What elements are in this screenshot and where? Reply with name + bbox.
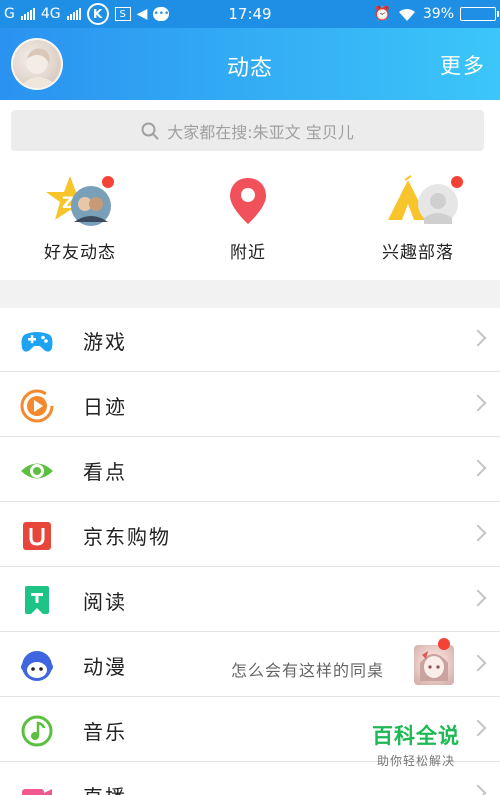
anime-face-icon (21, 651, 53, 681)
music-note-icon (21, 715, 53, 747)
signal-icon (20, 8, 35, 20)
battery-percent: 39% (422, 6, 454, 22)
bookmark-icon (25, 586, 49, 614)
list-item-subtitle: 怎么会有这样的同桌 (230, 661, 384, 680)
volume-icon: ◀ (136, 6, 148, 22)
quick-entries: Z 好友动态 附近 兴趣部落 (0, 160, 500, 280)
badge-dot (102, 176, 114, 188)
list-item-jd-shopping[interactable]: 京东购物 (0, 503, 500, 567)
carrier-label-1: G (4, 6, 15, 22)
search-section: 大家都在搜:朱亚文 宝贝儿 (0, 100, 500, 160)
battery-icon (460, 7, 499, 21)
list-item-game[interactable]: 游戏 (0, 308, 500, 372)
list-item-anime[interactable]: 动漫 怎么会有这样的同桌 (0, 633, 500, 697)
search-input[interactable]: 大家都在搜:朱亚文 宝贝儿 (11, 110, 484, 151)
list-item-label: 音乐 (83, 720, 127, 744)
list-item-label: 直播 (83, 781, 127, 795)
quick-nearby[interactable]: 附近 (178, 174, 318, 269)
list-item-label: 京东购物 (83, 525, 171, 549)
search-icon (141, 122, 159, 140)
quick-label: 附近 (230, 243, 266, 263)
list-item-watch[interactable]: 看点 (0, 438, 500, 502)
signal-icon-2 (66, 8, 81, 20)
header-bar: 动态 更多 (0, 28, 500, 100)
quick-friends-feed[interactable]: Z 好友动态 (10, 174, 150, 269)
location-pin-icon (208, 174, 288, 230)
wifi-icon (398, 8, 415, 21)
friends-feed-icon: Z (40, 174, 120, 230)
more-button[interactable]: 更多 (440, 50, 486, 80)
anime-thumbnail (414, 645, 454, 685)
alarm-icon: ⏰ (373, 6, 391, 22)
watermark-title: 百科全说 (372, 724, 460, 748)
list-item-label: 游戏 (83, 330, 127, 354)
list-item-daily[interactable]: 日迹 (0, 373, 500, 437)
list-item-reading[interactable]: 阅读 (0, 568, 500, 632)
watermark: 百科全说 助你轻松解决 (366, 720, 466, 769)
badge-dot (451, 176, 463, 188)
chevron-right-icon (469, 654, 487, 672)
list-item-label: 日迹 (83, 395, 127, 419)
camera-icon (22, 789, 52, 795)
quick-label: 好友动态 (44, 243, 116, 263)
chat-icon: ••• (153, 7, 170, 21)
eye-icon (21, 463, 53, 479)
chevron-right-icon (469, 459, 487, 477)
watermark-subtitle: 助你轻松解决 (376, 754, 455, 768)
tribe-icon (378, 174, 463, 230)
list-item-label: 看点 (83, 460, 127, 484)
chevron-right-icon (469, 394, 487, 412)
chevron-right-icon (469, 589, 487, 607)
chevron-right-icon (469, 719, 487, 737)
badge-dot (438, 638, 450, 650)
chevron-right-icon (469, 784, 487, 795)
jd-cart-icon (23, 522, 51, 550)
list-item-label: 阅读 (83, 590, 127, 614)
play-circle-icon (20, 389, 54, 423)
search-placeholder: 大家都在搜:朱亚文 宝贝儿 (167, 122, 354, 142)
quick-tribe[interactable]: 兴趣部落 (348, 174, 488, 269)
status-bar: G 4G K S ◀ ••• 17:49 ⏰ 39% (0, 0, 500, 28)
carrier-label-2: 4G (40, 6, 61, 22)
gamepad-icon (21, 332, 53, 352)
chevron-right-icon (469, 329, 487, 347)
page-title: 动态 (226, 56, 273, 81)
quick-label: 兴趣部落 (382, 243, 454, 263)
k-app-icon: K (86, 3, 109, 25)
list-item-label: 动漫 (83, 655, 127, 679)
chevron-right-icon (469, 524, 487, 542)
s-app-icon: S (114, 7, 131, 21)
